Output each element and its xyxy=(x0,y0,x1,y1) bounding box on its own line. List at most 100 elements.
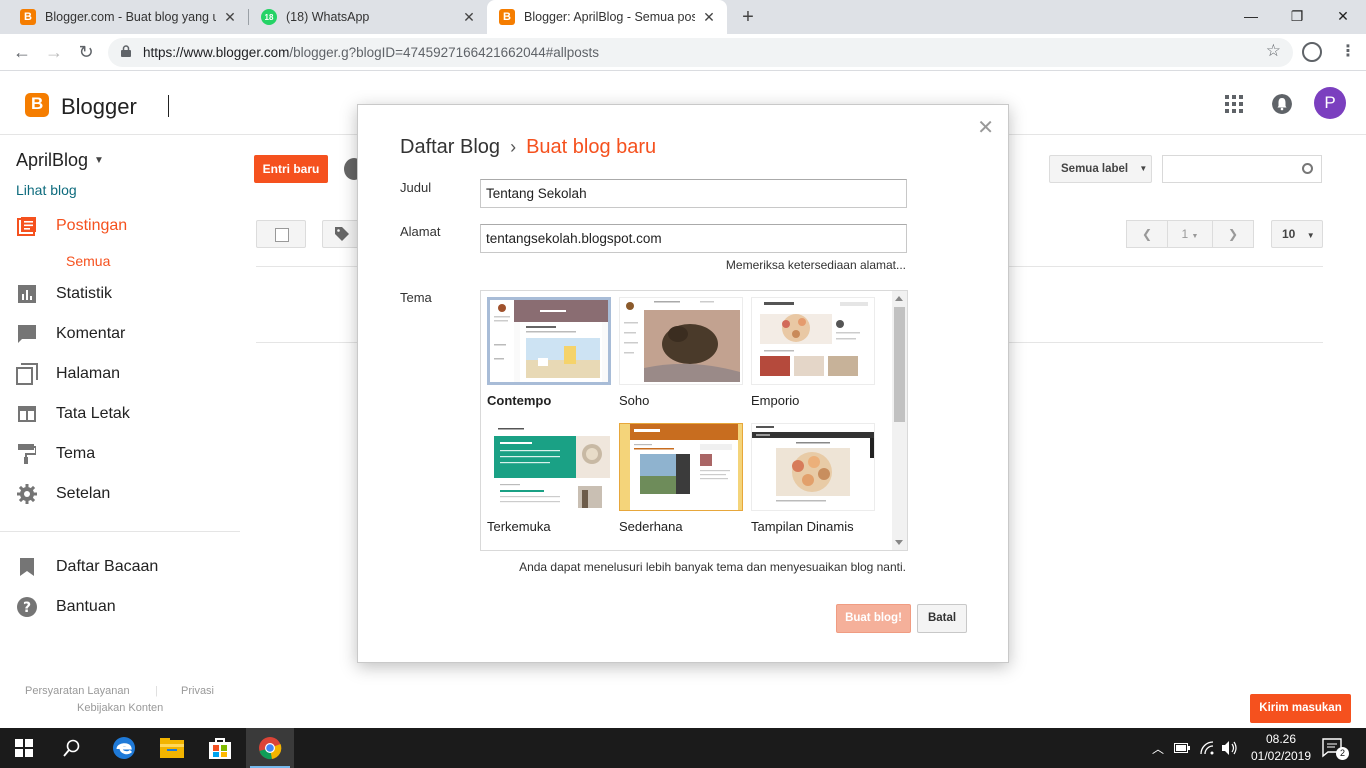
blog-address-input[interactable]: tentangsekolah.blogspot.com xyxy=(480,224,907,253)
create-blog-button[interactable]: Buat blog! xyxy=(836,604,911,633)
search-button[interactable] xyxy=(48,728,96,768)
theme-name: Emporio xyxy=(751,393,800,408)
privacy-link[interactable]: Privasi xyxy=(181,685,214,697)
select-all-checkbox[interactable] xyxy=(256,220,306,248)
sidebar-item-settings[interactable]: Setelan xyxy=(16,482,110,506)
dialog-breadcrumb: Daftar Blog › Buat blog baru xyxy=(400,136,656,159)
sidebar-item-reading-list[interactable]: Daftar Bacaan xyxy=(16,555,158,579)
posts-icon xyxy=(16,216,38,236)
taskbar-file-explorer[interactable] xyxy=(148,728,196,768)
blog-title-input[interactable]: Tentang Sekolah xyxy=(480,179,907,208)
theme-soho[interactable]: Soho xyxy=(619,297,743,408)
content-policy-link[interactable]: Kebijakan Konten xyxy=(77,702,163,714)
browser-tab-strip: B Blogger.com - Buat blog yang unik ✕ 18… xyxy=(0,0,1366,34)
sidebar-item-stats[interactable]: Statistik xyxy=(16,282,112,306)
theme-name: Tampilan Dinamis xyxy=(751,519,854,534)
reload-button[interactable]: ↻ xyxy=(72,38,100,66)
close-icon[interactable]: ✕ xyxy=(222,9,238,26)
minimize-button[interactable]: — xyxy=(1228,0,1274,34)
label-filter-value: Semua label xyxy=(1061,163,1129,175)
theme-sederhana[interactable]: Sederhana xyxy=(619,423,743,534)
new-post-button[interactable]: Entri baru xyxy=(254,155,328,183)
theme-name: Sederhana xyxy=(619,519,683,534)
theme-thumbnail xyxy=(619,423,743,511)
tab-blogger-home[interactable]: B Blogger.com - Buat blog yang unik ✕ xyxy=(8,0,248,34)
sidebar-item-pages[interactable]: Halaman xyxy=(16,362,120,386)
app-name[interactable]: Blogger xyxy=(61,94,137,120)
prev-page-button[interactable]: ❮ xyxy=(1126,220,1168,248)
sidebar-item-help[interactable]: ? Bantuan xyxy=(16,595,116,619)
close-window-button[interactable]: ✕ xyxy=(1320,0,1366,34)
theme-picker: Contempo Soho Emporio Terkemuka Sederhan… xyxy=(480,290,908,551)
scrollbar-thumb[interactable] xyxy=(894,307,905,422)
per-page-value: 10 xyxy=(1282,227,1296,241)
start-button[interactable] xyxy=(0,728,48,768)
avatar[interactable]: P xyxy=(1314,87,1346,119)
per-page-dropdown[interactable]: 10 ▼ xyxy=(1271,220,1323,248)
view-blog-link[interactable]: Lihat blog xyxy=(16,182,77,198)
bookmark-star-icon[interactable]: ☆ xyxy=(1266,41,1281,61)
volume-icon[interactable] xyxy=(1222,728,1238,768)
terms-link[interactable]: Persyaratan Layanan xyxy=(25,685,130,697)
url-path: /blogger.g?blogID=4745927166421662044#al… xyxy=(289,45,599,60)
tab-blogger-posts[interactable]: B Blogger: AprilBlog - Semua posting ✕ xyxy=(487,0,727,34)
blog-name: AprilBlog xyxy=(16,150,89,170)
new-tab-button[interactable]: + xyxy=(736,5,760,29)
label-tag-button[interactable] xyxy=(322,220,362,248)
back-button[interactable]: ← xyxy=(8,38,36,66)
scroll-down-icon[interactable] xyxy=(895,540,903,545)
address-bar[interactable]: https://www.blogger.com/blogger.g?blogID… xyxy=(108,38,1293,67)
show-hidden-icons[interactable]: ︿ xyxy=(1152,728,1164,768)
sidebar-item-layout[interactable]: Tata Letak xyxy=(16,402,130,426)
menu-icon[interactable]: ⋮ xyxy=(1338,42,1358,62)
clock-time: 08.26 xyxy=(1265,732,1297,746)
action-center[interactable]: 2 xyxy=(1322,728,1349,768)
stats-icon xyxy=(16,284,38,304)
close-icon[interactable]: ✕ xyxy=(701,9,717,26)
tab-title: (18) WhatsApp xyxy=(286,10,370,24)
taskbar-clock[interactable]: 08.26 01/02/2019 xyxy=(1245,731,1317,765)
taskbar-store[interactable] xyxy=(196,728,244,768)
breadcrumb-blog-list[interactable]: Daftar Blog xyxy=(400,136,500,158)
taskbar-chrome[interactable] xyxy=(246,728,294,768)
theme-scrollbar[interactable] xyxy=(892,291,907,550)
forward-button[interactable]: → xyxy=(40,38,68,66)
sidebar-subitem-all[interactable]: Semua xyxy=(66,253,110,269)
header-divider xyxy=(168,95,169,117)
theme-thumbnail xyxy=(751,423,875,511)
tab-whatsapp[interactable]: 18 (18) WhatsApp ✕ xyxy=(249,0,487,34)
sidebar-item-comments[interactable]: Komentar xyxy=(16,322,125,346)
restore-button[interactable]: ❐ xyxy=(1274,0,1320,34)
blog-selector[interactable]: AprilBlog ▼ xyxy=(16,150,104,171)
scroll-up-icon[interactable] xyxy=(895,296,903,301)
cancel-button[interactable]: Batal xyxy=(917,604,967,633)
paint-roller-icon xyxy=(16,444,38,464)
sidebar-item-theme[interactable]: Tema xyxy=(16,442,95,466)
post-search-input[interactable] xyxy=(1162,155,1322,183)
blogger-logo-icon[interactable] xyxy=(25,93,49,117)
notification-count-badge: 2 xyxy=(1336,747,1349,760)
battery-icon[interactable] xyxy=(1174,728,1190,768)
notification-bell-icon[interactable] xyxy=(1272,94,1292,114)
sidebar-item-label: Statistik xyxy=(56,285,113,302)
close-icon[interactable]: ✕ xyxy=(977,115,994,140)
next-page-button[interactable]: ❯ xyxy=(1212,220,1254,248)
label-filter-dropdown[interactable]: Semua label ▼ xyxy=(1049,155,1152,183)
page-selector[interactable]: 1 ▼ xyxy=(1167,220,1213,248)
sidebar-item-label: Tema xyxy=(56,445,96,462)
taskbar-edge[interactable] xyxy=(100,728,148,768)
send-feedback-button[interactable]: Kirim masukan xyxy=(1250,694,1351,723)
theme-contempo[interactable]: Contempo xyxy=(487,297,611,408)
apps-grid-icon[interactable] xyxy=(1225,95,1243,113)
theme-terkemuka[interactable]: Terkemuka xyxy=(487,423,611,534)
tab-title: Blogger: AprilBlog - Semua posting xyxy=(524,10,695,24)
wifi-icon[interactable] xyxy=(1200,728,1216,768)
theme-emporio[interactable]: Emporio xyxy=(751,297,875,408)
layout-icon xyxy=(16,404,38,424)
account-icon[interactable] xyxy=(1302,42,1322,62)
theme-tampilan-dinamis[interactable]: Tampilan Dinamis xyxy=(751,423,875,534)
sidebar-item-label: Bantuan xyxy=(56,598,116,615)
close-icon[interactable]: ✕ xyxy=(461,9,477,26)
page-number: 1 xyxy=(1181,227,1189,241)
sidebar-item-posts[interactable]: Postingan xyxy=(16,214,127,238)
